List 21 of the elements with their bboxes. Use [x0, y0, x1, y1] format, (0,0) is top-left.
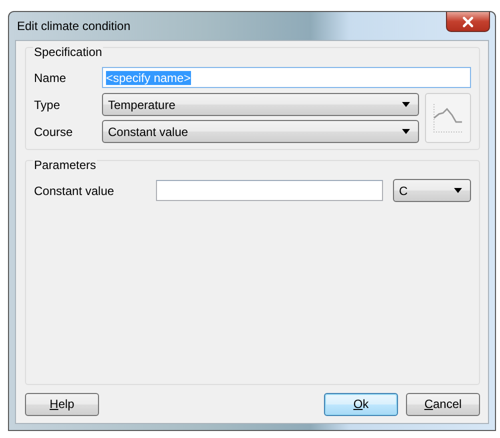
close-button[interactable]	[446, 12, 490, 32]
close-icon	[461, 16, 475, 28]
line-chart-icon	[431, 101, 465, 135]
dropdown[interactable]: Constant value	[102, 120, 419, 143]
caret-icon	[454, 188, 462, 193]
ok-button[interactable]: Ok	[324, 392, 398, 416]
value-field[interactable]	[156, 180, 383, 201]
help-button[interactable]: Help	[25, 392, 99, 416]
group-title: Specification	[33, 45, 104, 59]
unit-dropdown[interactable]: C	[393, 179, 471, 202]
field-label: Name	[34, 70, 68, 84]
field-label: Constant value	[34, 184, 116, 198]
curve-button[interactable]	[425, 93, 471, 143]
window-title: Edit climate condition	[17, 19, 130, 33]
group-title: Parameters	[33, 158, 98, 172]
caret-icon	[402, 102, 410, 107]
field-label: Course	[34, 124, 74, 138]
dropdown[interactable]: Temperature	[102, 93, 419, 116]
cancel-button[interactable]: Cancel	[406, 392, 480, 416]
caret-icon	[402, 129, 410, 134]
field-label: Type	[34, 98, 62, 112]
